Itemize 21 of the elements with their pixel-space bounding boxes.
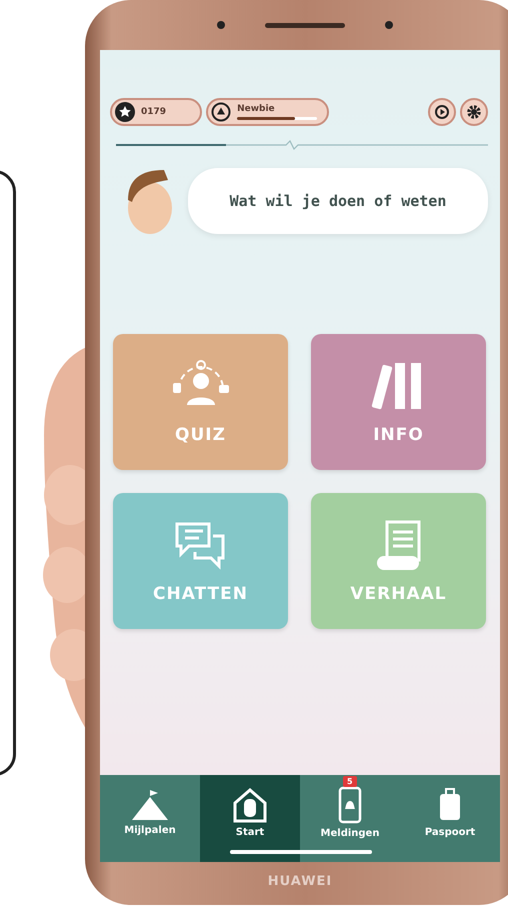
nav-tab[interactable]: Paspoort [400,775,500,862]
rank-label: Newbie [237,104,276,114]
menu-tile[interactable]: INFO [311,334,486,470]
replay-button[interactable] [428,98,456,126]
suitcase-icon [438,787,462,823]
home-icon [232,787,268,823]
sensor-icon [217,21,225,29]
greeting-text: Wat wil je doen of weten [230,192,446,210]
replay-icon [434,104,450,120]
settings-button[interactable] [460,98,488,126]
nav-tab[interactable]: Mijlpalen [100,775,200,862]
phone-bell-icon [338,786,362,824]
speaker-icon [265,22,345,28]
mountain-icon [130,789,170,821]
camera-icon [385,21,393,29]
nav-tab[interactable]: Start [200,775,300,862]
nav-tab[interactable]: 5 Meldingen [300,775,400,862]
points-count: 0179 [141,107,166,117]
notification-badge: 5 [343,776,357,787]
settings-icon [466,104,482,120]
brand-label: HUAWEI [268,874,332,888]
